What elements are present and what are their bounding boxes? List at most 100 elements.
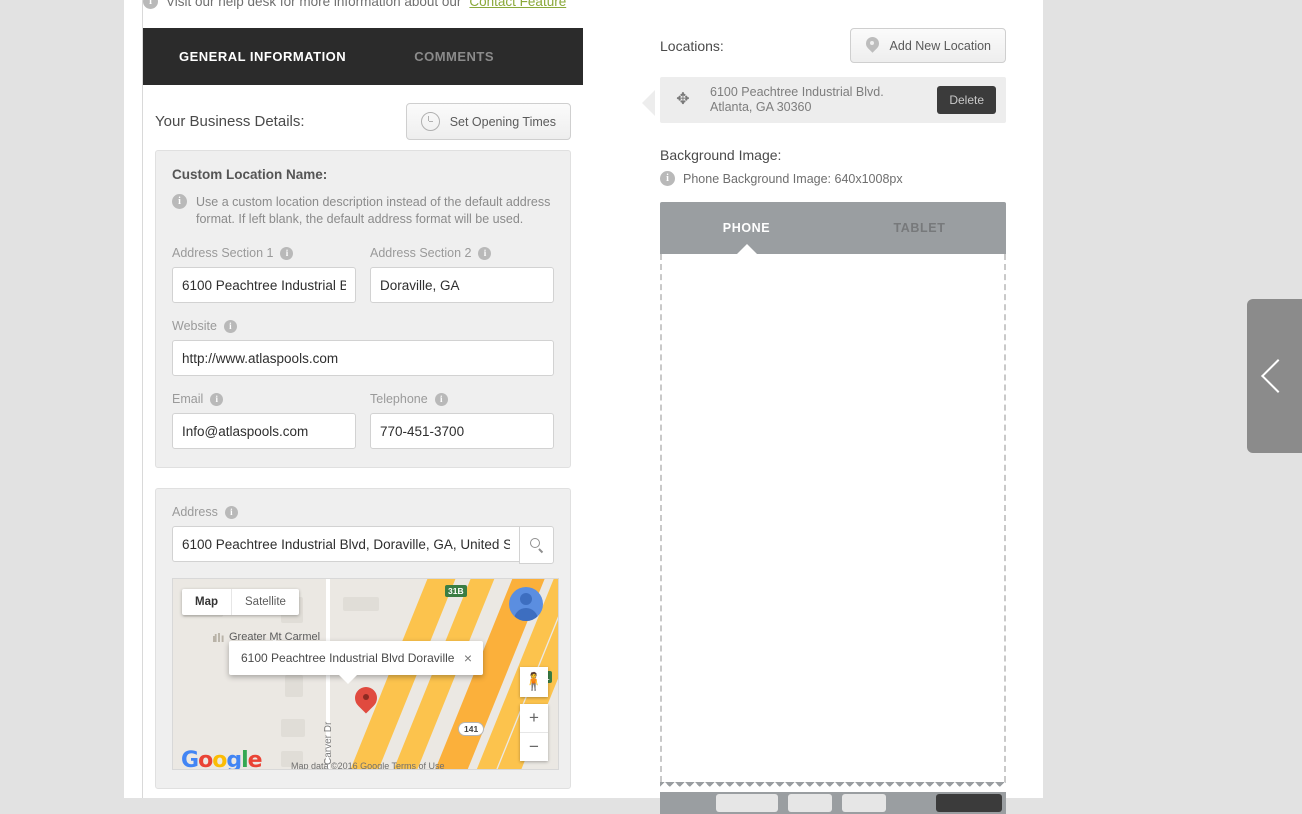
street-label-carver-dr: Carver Dr xyxy=(323,721,334,765)
marker-dot xyxy=(363,694,369,700)
custom-location-help: i Use a custom location description inst… xyxy=(172,194,554,228)
tab-phone[interactable]: PHONE xyxy=(660,221,833,235)
map-pin-icon xyxy=(865,37,880,54)
address-section-1-input[interactable] xyxy=(172,267,356,303)
add-new-location-label: Add New Location xyxy=(889,38,991,53)
email-input[interactable] xyxy=(172,413,356,449)
info-icon[interactable]: i xyxy=(224,505,238,519)
address-sections-row: Address Section 1 i Address Section 2 i xyxy=(172,246,554,303)
website-input[interactable] xyxy=(172,340,554,376)
close-icon[interactable]: × xyxy=(461,650,475,666)
info-icon[interactable]: i xyxy=(223,319,237,333)
address-fieldset: Address i 6100 Peachtree Industrial Blvd… xyxy=(155,488,571,789)
help-banner-text: Visit our help desk for more information… xyxy=(166,0,462,9)
info-icon[interactable]: i xyxy=(280,246,294,260)
footer-button-3[interactable] xyxy=(842,794,886,812)
website-field: Website i xyxy=(172,319,554,376)
footer-button-1[interactable] xyxy=(716,794,778,812)
route-shield-31b: 31B xyxy=(445,585,467,597)
tab-comments[interactable]: COMMENTS xyxy=(414,49,494,64)
page: i Visit our help desk for more informati… xyxy=(0,0,1302,814)
info-icon[interactable]: i xyxy=(478,246,492,260)
footer-button-2[interactable] xyxy=(788,794,832,812)
zoom-out-button[interactable]: − xyxy=(520,732,548,761)
business-details-title: Your Business Details: xyxy=(155,113,305,130)
address-section-2-input[interactable] xyxy=(370,267,554,303)
map-marker-icon[interactable] xyxy=(350,682,382,717)
delete-location-button[interactable]: Delete xyxy=(937,86,996,114)
infowindow-tail xyxy=(339,675,357,684)
address-search-button[interactable] xyxy=(519,526,554,564)
address-label-row: Address i xyxy=(172,505,554,519)
address-section-1-field: Address Section 1 i xyxy=(172,246,356,303)
map-type-control: Map Satellite xyxy=(182,589,299,615)
background-image-note: i Phone Background Image: 640x1008px xyxy=(660,171,1006,186)
left-column: GENERAL INFORMATION COMMENTS Your Busine… xyxy=(143,28,583,809)
google-map[interactable]: 31B 31 141 Carver Dr Map Satellite Great… xyxy=(172,578,559,770)
sidebar-toggle-tab[interactable] xyxy=(1247,299,1302,453)
locations-label: Locations: xyxy=(660,37,724,54)
custom-location-fieldset: Custom Location Name: i Use a custom loc… xyxy=(155,150,571,468)
map-infowindow[interactable]: 6100 Peachtree Industrial Blvd Doraville… xyxy=(229,641,483,684)
google-logo: Google xyxy=(181,748,263,770)
telephone-label: Telephone xyxy=(370,392,428,406)
clock-icon xyxy=(420,112,440,131)
info-icon[interactable]: i xyxy=(210,392,224,406)
business-details-header: Your Business Details: Set Opening Times xyxy=(143,85,583,150)
address-section-2-field: Address Section 2 i xyxy=(370,246,554,303)
map-zoom-control: + − xyxy=(520,704,548,761)
search-icon xyxy=(529,538,544,552)
info-icon: i xyxy=(172,194,187,209)
info-icon: i xyxy=(143,0,158,9)
email-label-row: Email i xyxy=(172,392,356,406)
contact-row: Email i Telephone i xyxy=(172,392,554,449)
address-label: Address xyxy=(172,505,218,519)
preview-footer-bar xyxy=(660,792,1006,814)
zoom-in-button[interactable]: + xyxy=(520,704,548,732)
address-search-input[interactable] xyxy=(172,526,520,562)
location-list: ✥ 6100 Peachtree Industrial Blvd. Atlant… xyxy=(642,77,1006,123)
tab-tablet[interactable]: TABLET xyxy=(833,221,1006,235)
phone-preview-area[interactable] xyxy=(660,254,1006,782)
location-line-2: Atlanta, GA 30360 xyxy=(710,100,812,114)
pegman-icon[interactable]: 🧍 xyxy=(520,667,548,697)
set-opening-times-button[interactable]: Set Opening Times xyxy=(405,103,571,140)
info-icon[interactable]: i xyxy=(434,392,448,406)
move-handle-icon[interactable]: ✥ xyxy=(674,91,692,109)
address-section-2-label: Address Section 2 xyxy=(370,246,472,260)
add-new-location-button[interactable]: Add New Location xyxy=(849,28,1006,63)
chevron-left-icon xyxy=(1260,359,1295,393)
device-tabs: PHONE TABLET xyxy=(660,202,1006,254)
address-section-1-label-row: Address Section 1 i xyxy=(172,246,356,260)
footer-button-primary[interactable] xyxy=(936,794,1002,812)
church-icon xyxy=(213,633,224,642)
address-section-1-label: Address Section 1 xyxy=(172,246,274,260)
website-label-row: Website i xyxy=(172,319,554,333)
map-attribution: Map data ©2016 Google Terms of Use xyxy=(291,761,445,770)
telephone-label-row: Telephone i xyxy=(370,392,554,406)
website-row: Website i xyxy=(172,319,554,376)
location-line-1: 6100 Peachtree Industrial Blvd. xyxy=(710,85,884,99)
map-type-satellite[interactable]: Satellite xyxy=(231,589,299,615)
section-tabs: GENERAL INFORMATION COMMENTS xyxy=(143,28,583,85)
locations-header: Locations: Add New Location xyxy=(660,28,1006,63)
torn-edge-divider xyxy=(660,782,1006,792)
website-label: Website xyxy=(172,319,217,333)
contact-feature-link[interactable]: Contact Feature xyxy=(469,0,566,9)
custom-location-help-text: Use a custom location description instea… xyxy=(196,195,551,226)
info-icon: i xyxy=(660,171,675,186)
location-address: 6100 Peachtree Industrial Blvd. Atlanta,… xyxy=(710,85,937,115)
custom-location-title: Custom Location Name: xyxy=(172,167,328,182)
telephone-input[interactable] xyxy=(370,413,554,449)
email-label: Email xyxy=(172,392,204,406)
address-search-group xyxy=(172,526,554,564)
address-section-2-label-row: Address Section 2 i xyxy=(370,246,554,260)
infowindow-text: 6100 Peachtree Industrial Blvd Doraville xyxy=(241,651,455,665)
map-type-map[interactable]: Map xyxy=(182,589,231,615)
help-banner: i Visit our help desk for more informati… xyxy=(143,0,1023,12)
set-opening-times-label: Set Opening Times xyxy=(449,114,556,129)
device-tab-pointer xyxy=(737,244,757,254)
tab-general-information[interactable]: GENERAL INFORMATION xyxy=(179,49,346,64)
avatar xyxy=(509,587,543,621)
list-item[interactable]: ✥ 6100 Peachtree Industrial Blvd. Atlant… xyxy=(660,77,1006,123)
